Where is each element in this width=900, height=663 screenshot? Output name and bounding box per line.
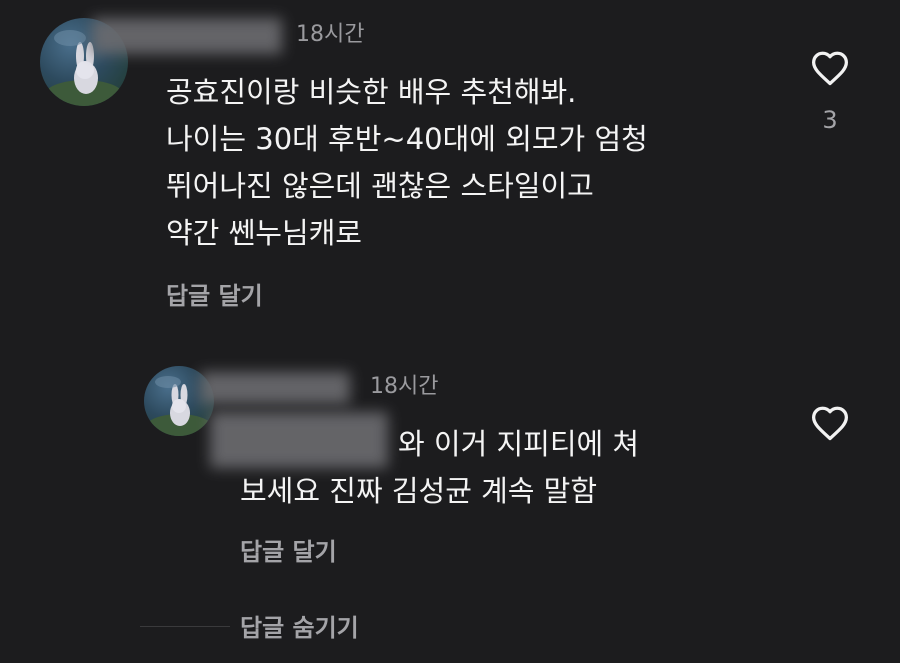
comment-line: 약간 쎈누님캐로 bbox=[166, 216, 362, 250]
heart-outline-icon[interactable] bbox=[810, 50, 850, 86]
divider bbox=[140, 626, 230, 627]
like-count: 3 bbox=[822, 106, 838, 134]
reply-time: 18시간 bbox=[370, 374, 439, 399]
comment-line: 공효진이랑 비슷한 배우 추천해봐. bbox=[166, 75, 577, 109]
reply-line: 보세요 진짜 김성균 계속 말함 bbox=[240, 474, 598, 508]
mentioned-user-redacted bbox=[210, 412, 388, 468]
comment-line: 뛰어나진 않은데 괜찮은 스타일이고 bbox=[166, 169, 594, 203]
reply-button[interactable]: 답글 달기 bbox=[166, 276, 263, 311]
comment-time: 18시간 bbox=[296, 22, 365, 47]
comment-line: 나이는 30대 후반~40대에 외모가 엄청 bbox=[166, 122, 648, 156]
reply-line: 와 이거 지피티에 쳐 bbox=[398, 427, 640, 461]
heart-outline-icon[interactable] bbox=[810, 405, 850, 441]
reply-button[interactable]: 답글 달기 bbox=[240, 532, 337, 567]
commenter-name-redacted bbox=[92, 18, 282, 54]
hide-replies-button[interactable]: 답글 숨기기 bbox=[240, 608, 359, 643]
replier-name-redacted bbox=[200, 372, 350, 404]
